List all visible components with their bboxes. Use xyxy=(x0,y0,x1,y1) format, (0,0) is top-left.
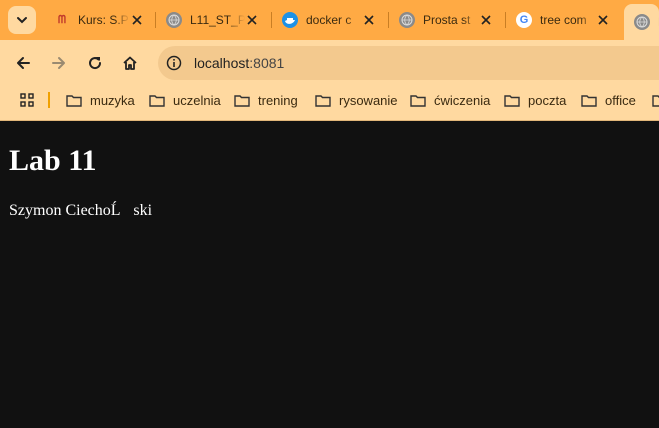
tab-search-button[interactable] xyxy=(8,6,36,34)
url-text[interactable]: localhost:8081 xyxy=(194,55,284,71)
folder-icon xyxy=(149,94,165,107)
tab-title: docker c xyxy=(306,13,352,27)
bookmark-label: uczelnia xyxy=(173,92,221,108)
tab-active[interactable]: P xyxy=(624,4,659,40)
bookmarks-separator xyxy=(48,92,50,108)
home-button[interactable] xyxy=(116,49,144,77)
moodle-icon: ᗰ xyxy=(58,13,66,26)
folder-icon xyxy=(410,94,426,107)
tab-tree[interactable]: G tree com xyxy=(506,6,620,34)
bookmark-folder-uczelnia[interactable]: uczelnia xyxy=(149,85,221,115)
info-icon[interactable] xyxy=(164,53,184,73)
globe-icon xyxy=(166,12,182,28)
tab-docker[interactable]: docker c xyxy=(272,6,386,34)
url-host: localhost xyxy=(194,55,250,71)
author-name: Szymon CiechoĹski xyxy=(9,202,153,219)
bookmark-label: office xyxy=(605,92,636,108)
close-icon[interactable] xyxy=(130,13,144,27)
apps-grid-icon xyxy=(20,93,34,107)
tab-title: tree com xyxy=(540,13,587,27)
bookmark-folder-trening[interactable]: trening xyxy=(234,85,298,115)
forward-button[interactable] xyxy=(45,49,73,77)
bookmark-folder-rysowanie[interactable]: rysowanie xyxy=(315,85,398,115)
chevron-down-icon xyxy=(17,17,27,24)
folder-icon xyxy=(504,94,520,107)
bookmark-label: muzyka xyxy=(90,92,135,108)
globe-icon xyxy=(634,14,650,30)
tab-prosta[interactable]: Prosta st xyxy=(389,6,503,34)
folder-icon xyxy=(581,94,597,107)
arrow-left-icon xyxy=(17,57,30,69)
close-icon[interactable] xyxy=(479,13,493,27)
bookmark-label: rysowanie xyxy=(339,92,398,108)
tab-l11[interactable]: L11_ST_P xyxy=(156,6,269,34)
bookmark-folder-poczta[interactable]: poczta xyxy=(504,85,566,115)
tab-title: L11_ST_P xyxy=(190,13,245,27)
folder-icon xyxy=(66,94,82,107)
bookmarks-bar: muzyka uczelnia trening rysowanie ćwicze… xyxy=(0,85,659,121)
tab-kurs[interactable]: ᗰ Kurs: S.P xyxy=(44,6,154,34)
reload-button[interactable] xyxy=(81,49,109,77)
bookmark-folder-office[interactable]: office xyxy=(581,85,636,115)
folder-icon xyxy=(234,94,250,107)
reload-icon xyxy=(89,57,102,70)
home-icon xyxy=(123,56,137,70)
google-icon: G xyxy=(516,12,532,28)
folder-icon xyxy=(315,94,331,107)
bookmark-label: trening xyxy=(258,92,298,108)
close-icon[interactable] xyxy=(596,13,610,27)
page-heading: Lab 11 xyxy=(9,144,97,177)
folder-icon xyxy=(652,94,659,107)
docker-icon xyxy=(282,12,298,28)
bookmark-label: poczta xyxy=(528,92,567,108)
bookmark-folder-cwiczenia[interactable]: ćwiczenia xyxy=(410,85,490,115)
bookmark-folder-more[interactable] xyxy=(652,85,659,115)
back-button[interactable] xyxy=(9,49,37,77)
bookmark-label: ćwiczenia xyxy=(434,92,491,108)
close-icon[interactable] xyxy=(245,13,259,27)
address-bar[interactable]: localhost:8081 xyxy=(158,46,659,80)
tab-title: Kurs: S.P xyxy=(78,13,129,27)
url-port: :8081 xyxy=(249,55,285,71)
tab-strip: ᗰ Kurs: S.P L11_ST_P docker c Prosta st … xyxy=(0,0,659,40)
page-content: Lab 11 Szymon CiechoĹski xyxy=(0,121,659,428)
bookmark-folder-muzyka[interactable]: muzyka xyxy=(66,85,135,115)
arrow-right-icon xyxy=(52,57,65,69)
apps-button[interactable] xyxy=(19,85,35,115)
tab-title: Prosta st xyxy=(423,13,471,27)
toolbar: localhost:8081 xyxy=(0,40,659,85)
globe-icon xyxy=(399,12,415,28)
close-icon[interactable] xyxy=(362,13,376,27)
